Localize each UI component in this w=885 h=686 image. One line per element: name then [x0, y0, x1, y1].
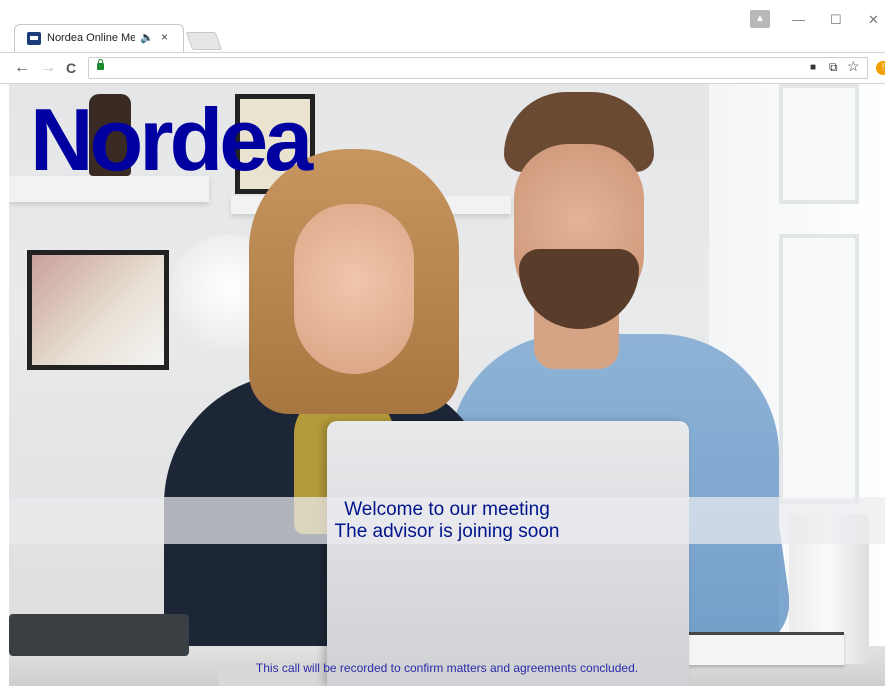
camera-icon[interactable]: ■	[810, 62, 816, 73]
profile-icon[interactable]: ▲	[750, 10, 770, 28]
back-button[interactable]: ←	[14, 59, 30, 77]
reload-button[interactable]: C	[66, 60, 76, 76]
speaker-icon[interactable]: 🔈	[140, 31, 154, 44]
extension-badge-icon[interactable]: !	[876, 61, 885, 75]
woman-face	[294, 204, 414, 374]
browser-toolbar: ← → C ■ ⧉ ☆ !	[0, 52, 885, 84]
window-pane	[779, 84, 859, 204]
lock-icon	[97, 59, 104, 70]
welcome-message: Welcome to our meeting	[344, 499, 550, 520]
new-tab-button[interactable]	[185, 32, 223, 50]
close-window-button[interactable]: ✕	[868, 12, 879, 28]
window-pane	[779, 234, 859, 504]
advisor-status-message: The advisor is joining soon	[334, 521, 560, 542]
forward-button[interactable]: →	[40, 59, 56, 77]
minimize-button[interactable]: —	[792, 12, 805, 27]
translate-icon[interactable]: ⧉	[829, 60, 838, 75]
welcome-banner: Welcome to our meeting The advisor is jo…	[9, 497, 885, 544]
table-tray	[9, 614, 189, 656]
tab-nordea-online-meeting[interactable]: Nordea Online Meetin 🔈 ×	[14, 24, 184, 52]
meeting-page: Nordea Welcome to our meeting The adviso…	[9, 84, 885, 686]
tab-close-icon[interactable]: ×	[161, 30, 168, 44]
maximize-button[interactable]: ☐	[830, 12, 842, 28]
nordea-favicon-icon	[27, 32, 41, 45]
nordea-logo: Nordea	[30, 90, 313, 189]
tab-title: Nordea Online Meetin	[47, 32, 135, 44]
picture-frame	[27, 250, 169, 370]
recording-notice: This call will be recorded to confirm ma…	[255, 661, 639, 675]
address-bar[interactable]: ■ ⧉ ☆	[88, 57, 868, 79]
laptop	[327, 421, 689, 686]
bookmark-star-icon[interactable]: ☆	[847, 58, 860, 75]
browser-titlebar: Nordea Online Meetin 🔈 × ▲ — ☐ ✕	[0, 0, 885, 52]
